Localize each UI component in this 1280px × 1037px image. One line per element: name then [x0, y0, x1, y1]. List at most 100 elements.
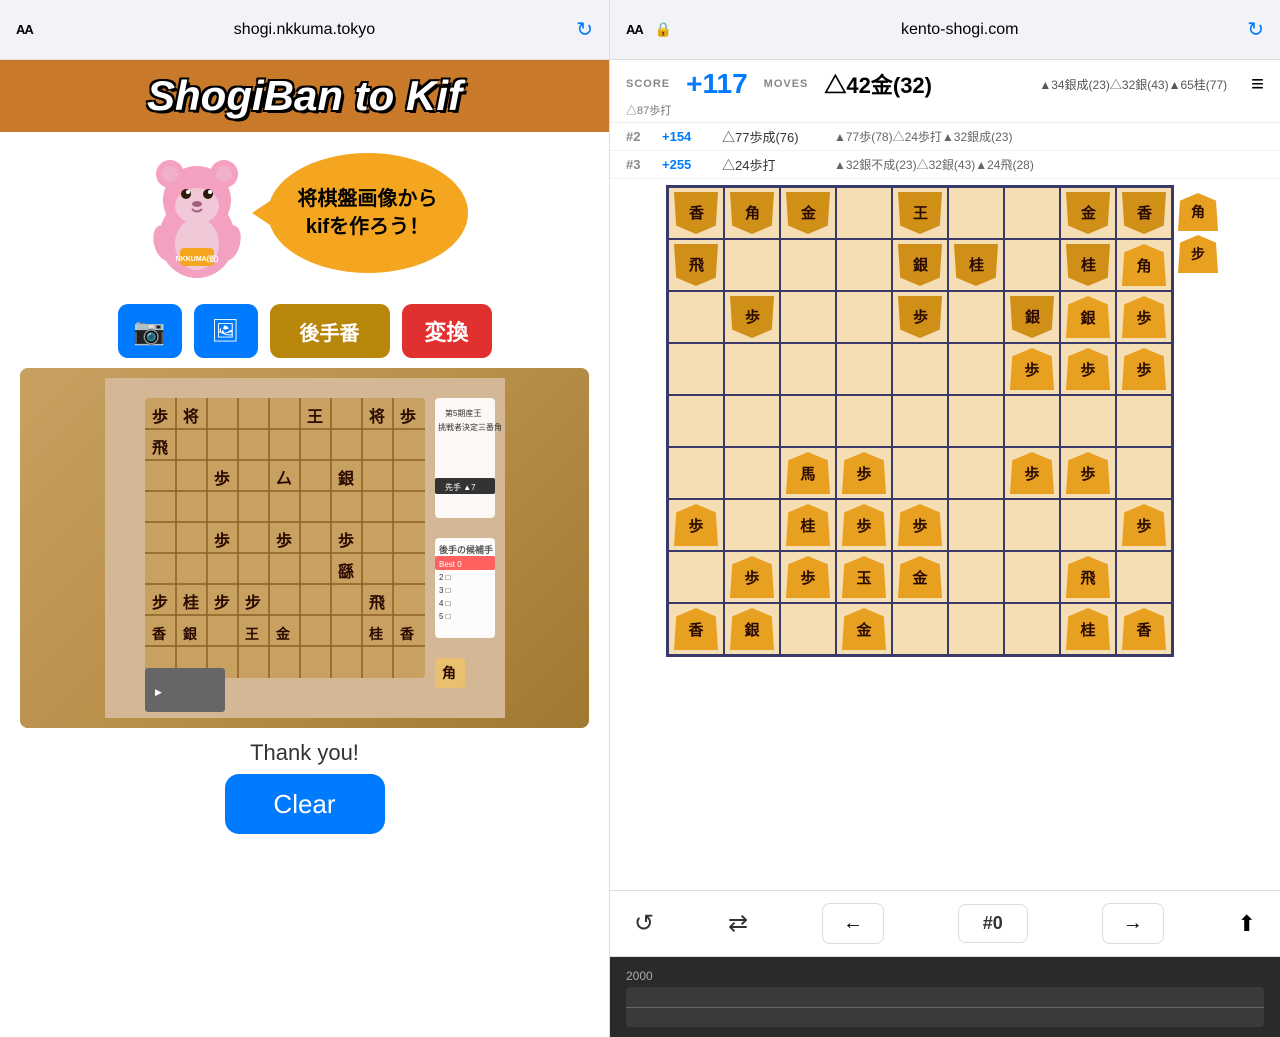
cell-4-7 [1060, 395, 1116, 447]
piece-text-2-4: 歩 [913, 307, 928, 328]
piece-8-3[interactable]: 金 [842, 608, 886, 650]
piece-6-0[interactable]: 歩 [674, 504, 718, 546]
piece-text-2-1: 歩 [745, 307, 760, 328]
piece-6-3[interactable]: 歩 [842, 504, 886, 546]
piece-0-8[interactable]: 香 [1122, 192, 1166, 234]
cell-6-8: 歩 [1116, 499, 1172, 551]
cell-1-3 [836, 239, 892, 291]
prev-move-button[interactable]: ← [822, 903, 884, 944]
svg-text:金: 金 [275, 626, 291, 642]
piece-text-0-2: 金 [801, 203, 816, 224]
piece-8-1[interactable]: 銀 [730, 608, 774, 650]
piece-2-8[interactable]: 歩 [1122, 296, 1166, 338]
clear-button[interactable]: Clear [225, 774, 385, 834]
cell-1-5: 桂 [948, 239, 1004, 291]
piece-0-7[interactable]: 金 [1066, 192, 1110, 234]
piece-6-4[interactable]: 歩 [898, 504, 942, 546]
svg-text:第5期産王: 第5期産王 [445, 408, 481, 418]
piece-0-0[interactable]: 香 [674, 192, 718, 234]
camera-button[interactable]: 📷 [118, 304, 182, 358]
piece-text-8-0: 香 [688, 619, 703, 640]
left-url-bar[interactable]: shogi.nkkuma.tokyo [45, 21, 564, 39]
piece-text-2-8: 歩 [1136, 307, 1151, 328]
svg-text:挑戦者決定三番角: 挑戦者決定三番角 [438, 422, 502, 432]
piece-2-6[interactable]: 銀 [1010, 296, 1054, 338]
piece-2-4[interactable]: 歩 [898, 296, 942, 338]
score-value: +117 [686, 68, 748, 100]
piece-3-8[interactable]: 歩 [1122, 348, 1166, 390]
site-title: ShogiBan to Kif [16, 72, 593, 120]
cell-1-6 [1004, 239, 1060, 291]
svg-text:歩: 歩 [152, 407, 168, 426]
move-row-2[interactable]: #2 +154 △77歩成(76) ▲77歩(78)△24歩打▲32銀成(23) [610, 123, 1280, 151]
piece-text-0-4: 王 [913, 203, 928, 224]
piece-text-0-7: 金 [1081, 203, 1096, 224]
font-size-control-left[interactable]: AA [16, 22, 33, 37]
shuffle-icon[interactable]: ⇄ [728, 909, 748, 938]
piece-5-3[interactable]: 歩 [842, 452, 886, 494]
right-panel: AA 🔒 kento-shogi.com ↻ SCORE +117 MOVES … [610, 0, 1280, 1037]
cell-3-2 [780, 343, 836, 395]
font-size-control-right[interactable]: AA [626, 22, 643, 37]
piece-1-7[interactable]: 桂 [1066, 244, 1110, 286]
gallery-button[interactable]: 🖼 [194, 304, 258, 358]
svg-text:歩: 歩 [276, 531, 292, 550]
piece-7-3[interactable]: 玉 [842, 556, 886, 598]
piece-1-8[interactable]: 角 [1122, 244, 1166, 286]
svg-text:4 □: 4 □ [439, 599, 451, 608]
move-row-3[interactable]: #3 +255 △24歩打 ▲32銀不成(23)△32銀(43)▲24飛(28) [610, 151, 1280, 179]
piece-7-2[interactable]: 歩 [786, 556, 830, 598]
left-panel: AA shogi.nkkuma.tokyo ↻ ShogiBan to Kif [0, 0, 610, 1037]
svg-text:香: 香 [151, 626, 167, 642]
svg-text:Best 0: Best 0 [439, 560, 462, 569]
hero-text: 将棋盤画像からkifを作ろう！ [298, 185, 438, 241]
piece-7-4[interactable]: 金 [898, 556, 942, 598]
share-icon[interactable]: ⬆ [1238, 911, 1256, 937]
current-move-display: #0 [958, 904, 1028, 943]
piece-5-6[interactable]: 歩 [1010, 452, 1054, 494]
right-refresh-button[interactable]: ↻ [1247, 17, 1264, 42]
piece-2-1[interactable]: 歩 [730, 296, 774, 338]
cell-3-8: 歩 [1116, 343, 1172, 395]
piece-1-5[interactable]: 桂 [954, 244, 998, 286]
piece-8-7[interactable]: 桂 [1066, 608, 1110, 650]
piece-0-2[interactable]: 金 [786, 192, 830, 234]
thank-you-text: Thank you! [0, 728, 609, 774]
rotate-icon[interactable]: ↺ [634, 909, 654, 938]
piece-7-1[interactable]: 歩 [730, 556, 774, 598]
svg-text:5 □: 5 □ [439, 612, 451, 621]
left-refresh-button[interactable]: ↻ [576, 17, 593, 42]
menu-button[interactable]: ≡ [1251, 71, 1264, 97]
piece-8-0[interactable]: 香 [674, 608, 718, 650]
right-url-bar[interactable]: kento-shogi.com [684, 21, 1235, 39]
cell-1-2 [780, 239, 836, 291]
cell-0-5 [948, 187, 1004, 239]
piece-1-0[interactable]: 飛 [674, 244, 718, 286]
cell-4-6 [1004, 395, 1060, 447]
piece-text-2-6: 銀 [1025, 307, 1040, 328]
cell-5-0 [668, 447, 724, 499]
gote-button[interactable]: 後手番 [270, 304, 390, 358]
piece-6-8[interactable]: 歩 [1122, 504, 1166, 546]
move3-variations: ▲32銀不成(23)△32銀(43)▲24飛(28) [834, 156, 1034, 173]
cell-6-5 [948, 499, 1004, 551]
piece-5-2[interactable]: 馬 [786, 452, 830, 494]
piece-0-4[interactable]: 王 [898, 192, 942, 234]
next-move-button[interactable]: → [1102, 903, 1164, 944]
piece-1-4[interactable]: 銀 [898, 244, 942, 286]
piece-8-8[interactable]: 香 [1122, 608, 1166, 650]
piece-3-6[interactable]: 歩 [1010, 348, 1054, 390]
piece-0-1[interactable]: 角 [730, 192, 774, 234]
captured-piece-kaku: 角 [1178, 193, 1218, 231]
convert-button[interactable]: 変換 [402, 304, 492, 358]
piece-5-7[interactable]: 歩 [1066, 452, 1110, 494]
piece-7-7[interactable]: 飛 [1066, 556, 1110, 598]
cell-7-8 [1116, 551, 1172, 603]
piece-6-2[interactable]: 桂 [786, 504, 830, 546]
piece-text-7-4: 金 [912, 567, 927, 588]
shogi-board[interactable]: 香角金王金香飛銀桂桂角歩歩銀銀歩歩歩歩馬歩歩歩歩桂歩歩歩歩歩玉金飛香銀金桂香 [666, 185, 1174, 657]
right-browser-bar: AA 🔒 kento-shogi.com ↻ [610, 0, 1280, 60]
svg-text:歩: 歩 [214, 469, 230, 488]
piece-2-7[interactable]: 銀 [1066, 296, 1110, 338]
piece-3-7[interactable]: 歩 [1066, 348, 1110, 390]
